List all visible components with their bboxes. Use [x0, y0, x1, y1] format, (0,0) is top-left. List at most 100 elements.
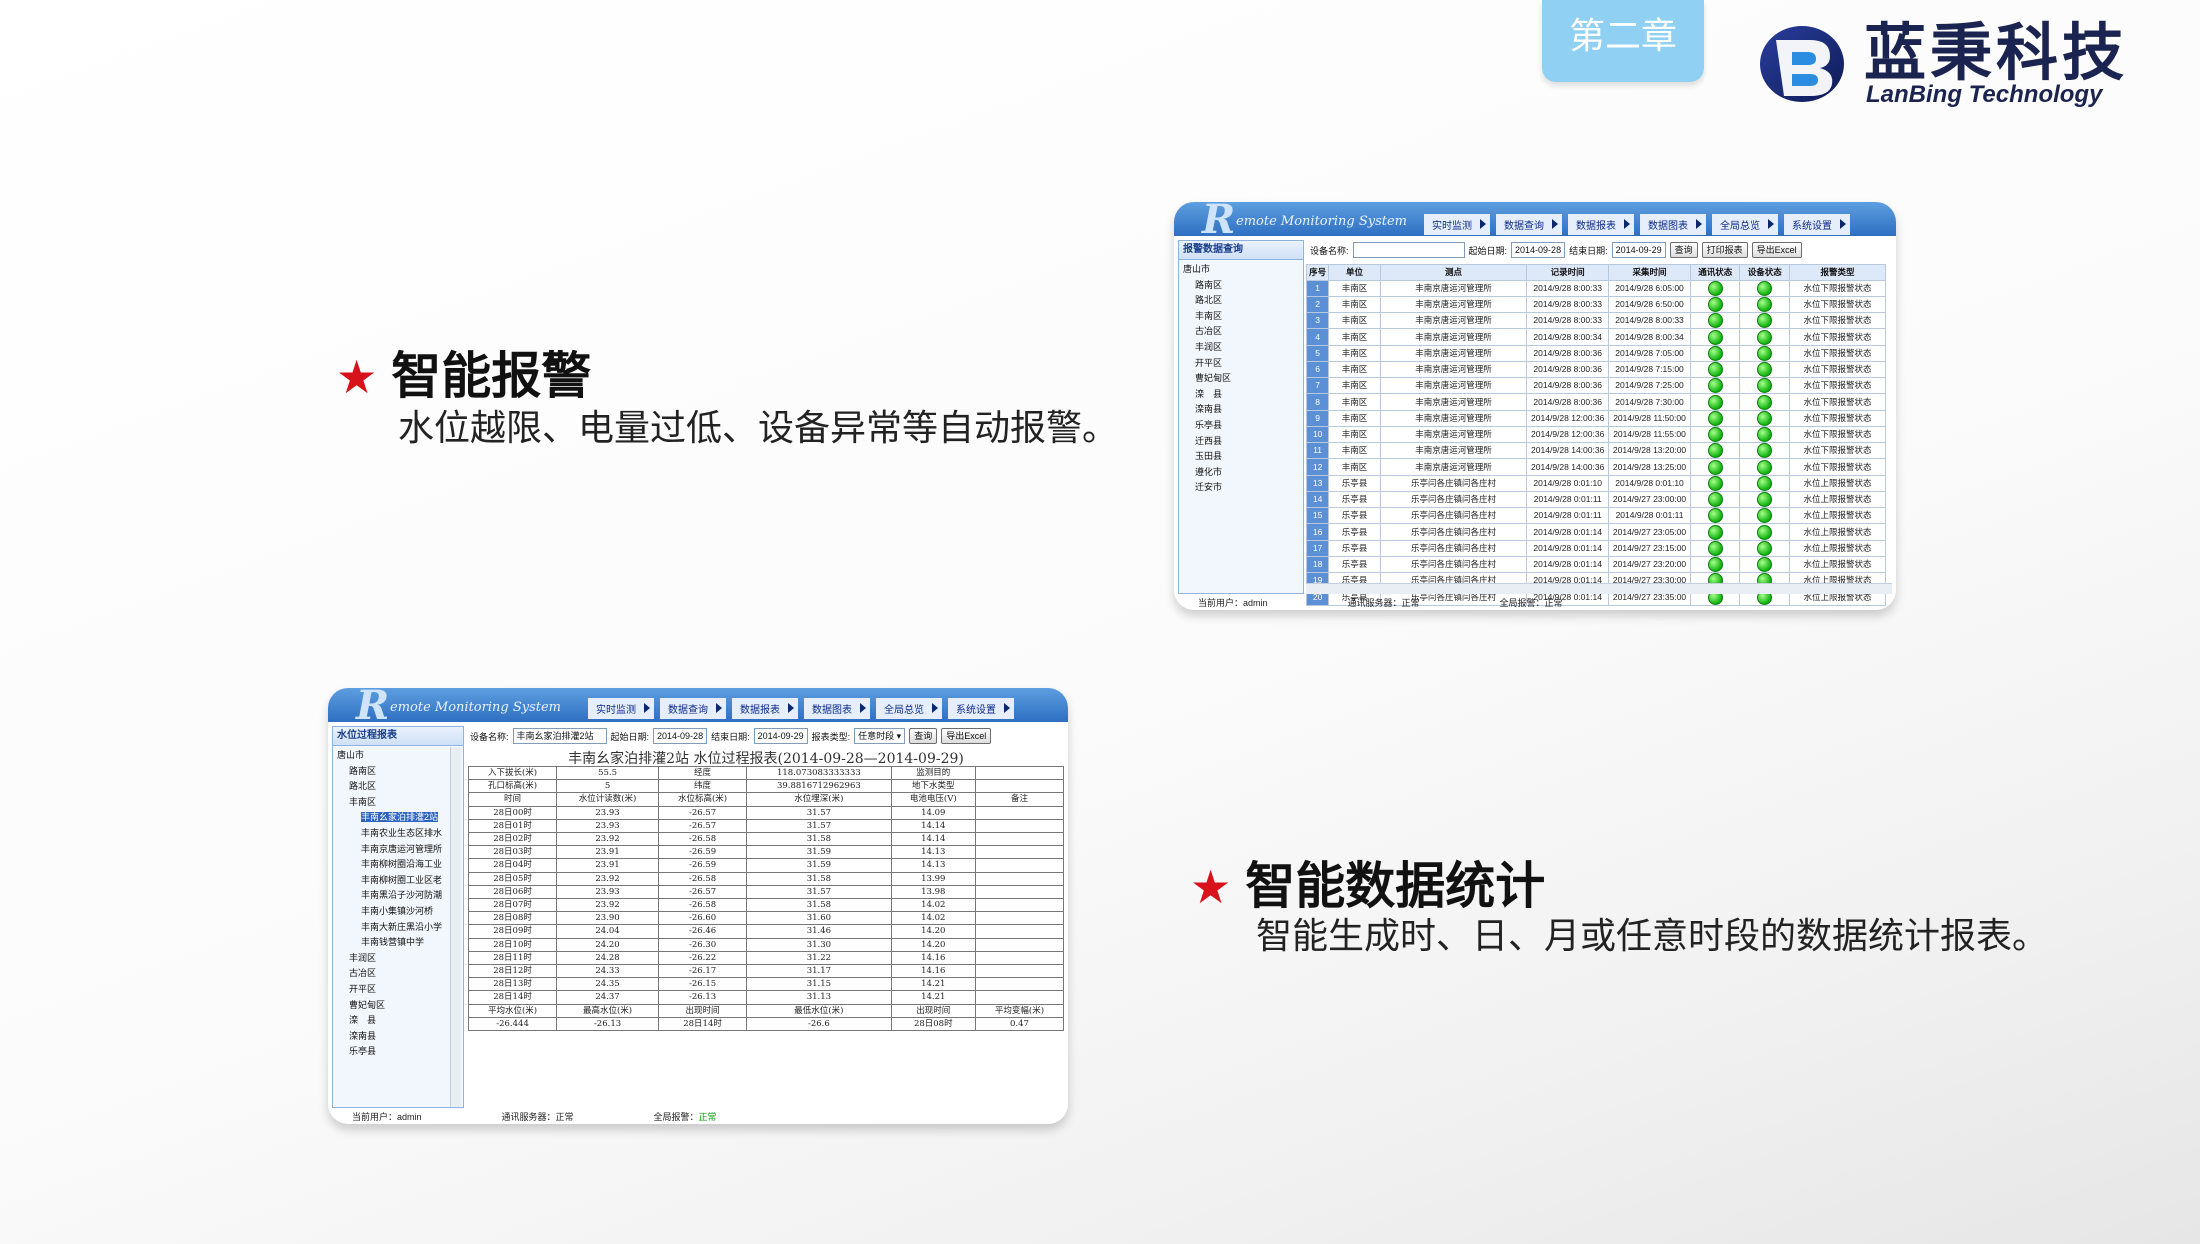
tree-item[interactable]: 路北区	[337, 779, 463, 795]
table-row[interactable]: 7 丰南区 丰南京唐运河管理所 2014/9/28 8:00:36 2014/9/28 …	[1305, 377, 1887, 395]
tree-item[interactable]: 滦南县	[337, 1029, 463, 1045]
tree-item[interactable]: 开平区	[1183, 356, 1303, 372]
query-button[interactable]: 查询	[1669, 242, 1698, 258]
print-report-button[interactable]: 打印报表	[1701, 242, 1748, 258]
table-cell: 水位下限报警状态	[1788, 377, 1887, 395]
table-row[interactable]: 11 丰南区 丰南京唐运河管理所 2014/9/28 14:00:36 2014/9/2…	[1305, 442, 1887, 460]
tree-item[interactable]: 曹妃甸区	[337, 998, 463, 1014]
start-date-label: 起始日期:	[610, 731, 650, 742]
tree-item[interactable]: 古冶区	[337, 966, 463, 982]
query-button[interactable]: 查询	[909, 728, 938, 744]
tree-item[interactable]: 唐山市	[337, 748, 463, 764]
table-row[interactable]: 6 丰南区 丰南京唐运河管理所 2014/9/28 8:00:36 2014/9/28 …	[1305, 360, 1887, 379]
tree-item[interactable]: 丰南农业生态区排水	[337, 826, 463, 842]
device-input[interactable]: 丰南幺家泊排灌2站	[512, 728, 607, 744]
table-row[interactable]: 9 丰南区 丰南京唐运河管理所 2014/9/28 12:00:36 2014/9/28…	[1305, 409, 1887, 427]
tree-item[interactable]: 乐亭县	[1183, 418, 1303, 434]
table-row[interactable]: 3 丰南区 丰南京唐运河管理所 2014/9/28 8:00:33 2014/9/28 …	[1305, 312, 1887, 330]
table-row[interactable]: 8 丰南区 丰南京唐运河管理所 2014/9/28 8:00:36 2014/9/28 …	[1305, 393, 1887, 411]
table-row[interactable]: 13 乐亭县 乐亭闫各庄镇闫各庄村 2014/9/28 0:01:10 2014/9/2…	[1305, 474, 1887, 492]
table-row[interactable]: 5 丰南区 丰南京唐运河管理所 2014/9/28 8:00:36 2014/9/28 …	[1305, 344, 1887, 362]
table-row[interactable]: 16 乐亭县 乐亭闫各庄镇闫各庄村 2014/9/28 0:01:14 2014/9/2…	[1305, 523, 1887, 541]
table-cell: 水位下限报警状态	[1788, 409, 1887, 427]
table-row[interactable]: 10 丰南区 丰南京唐运河管理所 2014/9/28 12:00:36 2014/9/2…	[1305, 425, 1887, 444]
status-cell	[1689, 539, 1741, 557]
nav-item[interactable]: 全局总览	[876, 698, 942, 719]
table-row[interactable]: 1 丰南区 丰南京唐运河管理所 2014/9/28 8:00:33 2014/9/28 …	[1305, 279, 1887, 297]
table-cell: 10	[1305, 425, 1330, 444]
status-cell	[1689, 555, 1741, 574]
table-row[interactable]: 17 乐亭县 乐亭闫各庄镇闫各庄村 2014/9/28 0:01:14 2014/9/2…	[1305, 539, 1887, 557]
tree-item[interactable]: 丰南钱营镇中学	[337, 935, 463, 951]
start-date-input[interactable]: 2014-09-28	[653, 728, 708, 744]
tree-item[interactable]: 曹妃甸区	[1183, 371, 1303, 387]
tree-item[interactable]: 古冶区	[1183, 324, 1303, 340]
end-date-input[interactable]: 2014-09-29	[753, 728, 808, 744]
alarm-query-screenshot: R emote Monitoring System 实时监测 数据查询 数据报表 数据…	[1174, 202, 1896, 610]
table-row[interactable]: 12 丰南区 丰南京唐运河管理所 2014/9/28 14:00:36 2014/9/2…	[1305, 458, 1887, 476]
sidebar-scrollbar[interactable]	[450, 747, 461, 1107]
device-input[interactable]	[1352, 242, 1465, 258]
table-row[interactable]: 14 乐亭县 乐亭闫各庄镇闫各庄村 2014/9/28 0:01:11 2014/9/2…	[1305, 490, 1887, 509]
tree-item[interactable]: 开平区	[337, 982, 463, 998]
tree-item[interactable]: 丰南柳树圈沿海工业	[337, 857, 463, 873]
feature-desc-statistics: 智能生成时、日、月或任意时段的数据统计报表。	[1256, 916, 2049, 957]
table-row[interactable]: 4 丰南区 丰南京唐运河管理所 2014/9/28 8:00:34 2014/9/28 …	[1305, 328, 1887, 346]
tree-item[interactable]: 迁西县	[1183, 434, 1303, 450]
table-cell: 14.20	[890, 937, 976, 952]
nav-item[interactable]: 数据报表	[1568, 214, 1634, 235]
export-excel-button[interactable]: 导出Excel	[1751, 242, 1802, 258]
table-row[interactable]: 15 乐亭县 乐亭闫各庄镇闫各庄村 2014/9/28 0:01:11 2014/9/2…	[1305, 507, 1887, 525]
tree-item[interactable]: 滦 县	[337, 1013, 463, 1029]
export-excel-button[interactable]: 导出Excel	[941, 728, 992, 744]
column-header: 序号	[1305, 264, 1330, 281]
tree-item[interactable]: 唐山市	[1183, 262, 1303, 278]
status-ok-icon	[1707, 443, 1723, 458]
tree-item[interactable]: 玉田县	[1183, 449, 1303, 465]
tree-item[interactable]: 路北区	[1183, 293, 1303, 309]
table-row: 28日12时 24.33 -26.17 31.17 14.16	[467, 964, 1065, 979]
end-date-input[interactable]: 2014-09-29	[1611, 242, 1666, 258]
tree-item[interactable]: 丰南大新庄黑沿小学	[337, 920, 463, 936]
nav-item[interactable]: 实时监测	[1424, 214, 1490, 235]
nav-item[interactable]: 数据查询	[660, 698, 726, 719]
tree-item[interactable]: 滦 县	[1183, 387, 1303, 403]
nav-item[interactable]: 实时监测	[588, 698, 654, 719]
tree-item[interactable]: 丰南区	[337, 795, 463, 811]
nav-item[interactable]: 数据图表	[804, 698, 870, 719]
nav-item[interactable]: 全局总览	[1712, 214, 1778, 235]
horizontal-scrollbar[interactable]	[1306, 583, 1892, 594]
tree-item[interactable]: 丰润区	[1183, 340, 1303, 356]
column-header: 报警类型	[1788, 264, 1887, 281]
tree-item[interactable]: 丰南小集镇沙河桥	[337, 904, 463, 920]
nav-item[interactable]: 系统设置	[1784, 214, 1850, 235]
tree-item[interactable]: 路南区	[337, 764, 463, 780]
tree-item[interactable]: 丰润区	[337, 951, 463, 967]
table-row: 28日08时 23.90 -26.60 31.60 14.02	[467, 911, 1065, 926]
start-date-input[interactable]: 2014-09-28	[1511, 242, 1566, 258]
report-type-select[interactable]: 任意时段 ▾	[854, 728, 906, 744]
nav-item[interactable]: 数据查询	[1496, 214, 1562, 235]
tree-item[interactable]: 丰南京唐运河管理所	[337, 842, 463, 858]
status-ok-icon	[1757, 541, 1773, 556]
tree-item-label: 路南区	[349, 765, 377, 776]
table-cell: 水位下限报警状态	[1788, 295, 1887, 314]
tree-item[interactable]: 丰南幺家泊排灌2站	[337, 810, 463, 826]
tree-item[interactable]: 乐亭县	[337, 1044, 463, 1060]
tree-item[interactable]: 丰南区	[1183, 309, 1303, 325]
table-cell: 23.92	[556, 898, 660, 913]
status-ok-icon	[1757, 524, 1773, 540]
tree-item[interactable]: 路南区	[1183, 278, 1303, 294]
tree-item[interactable]: 遵化市	[1183, 465, 1303, 481]
nav-item[interactable]: 系统设置	[948, 698, 1014, 719]
tree-item[interactable]: 丰南黑沿子沙河防潮	[337, 888, 463, 904]
tree-item-label: 丰南钱营镇中学	[361, 937, 425, 948]
nav-item[interactable]: 数据报表	[732, 698, 798, 719]
nav-item[interactable]: 数据图表	[1640, 214, 1706, 235]
tree-item[interactable]: 迁安市	[1183, 480, 1303, 496]
table-row[interactable]: 18 乐亭县 乐亭闫各庄镇闫各庄村 2014/9/28 0:01:14 2014/9/2…	[1305, 555, 1887, 574]
status-cell	[1689, 458, 1741, 476]
table-row[interactable]: 2 丰南区 丰南京唐运河管理所 2014/9/28 8:00:33 2014/9/28 …	[1305, 295, 1887, 314]
tree-item[interactable]: 丰南柳树圈工业区老	[337, 873, 463, 889]
tree-item[interactable]: 滦南县	[1183, 402, 1303, 418]
